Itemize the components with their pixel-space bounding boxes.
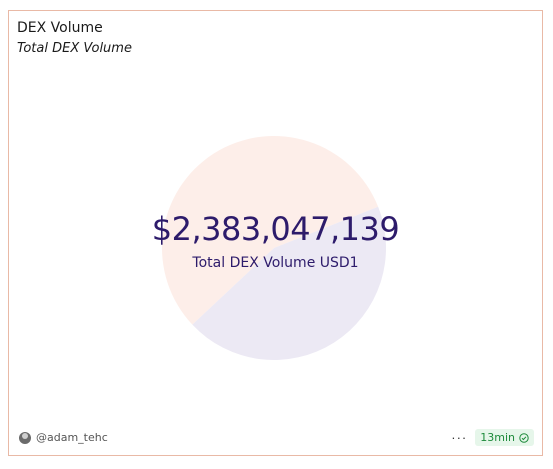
- avatar: [19, 431, 31, 444]
- check-circle-icon: [519, 432, 529, 443]
- pie-chart: [162, 136, 386, 360]
- author-name: @adam_tehc: [36, 431, 108, 444]
- footer-actions: ··· 13min: [451, 429, 534, 446]
- counter-label: Total DEX Volume USD1: [192, 255, 359, 271]
- more-options-button[interactable]: ···: [451, 430, 467, 445]
- card-title[interactable]: DEX Volume: [17, 20, 103, 36]
- dashboard-card: DEX Volume Total DEX Volume $2,383,047,1…: [8, 10, 543, 456]
- freshness-text: 13min: [480, 431, 515, 444]
- card-footer: @adam_tehc ··· 13min: [17, 429, 534, 449]
- freshness-badge: 13min: [475, 429, 534, 446]
- card-subtitle: Total DEX Volume: [17, 41, 132, 56]
- author-link[interactable]: @adam_tehc: [19, 431, 108, 444]
- counter-value: $2,383,047,139: [151, 210, 400, 248]
